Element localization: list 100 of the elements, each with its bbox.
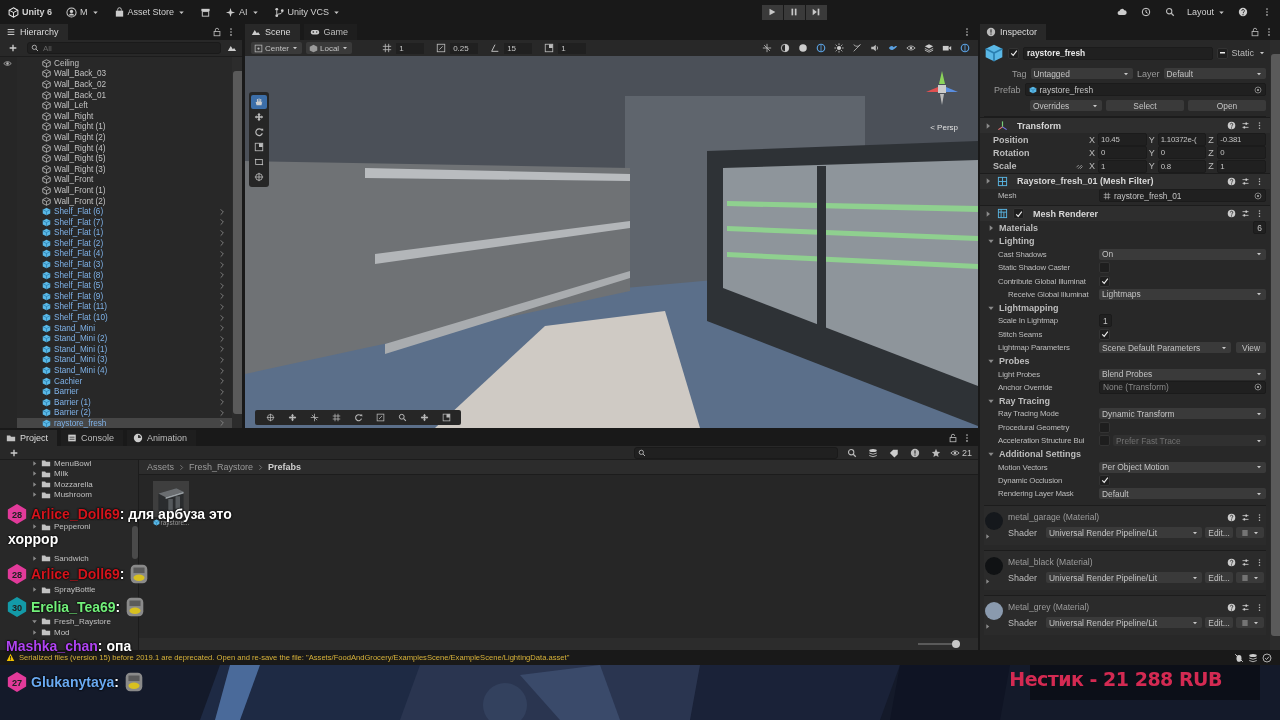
folder-item[interactable]: MenuBowl bbox=[31, 458, 92, 469]
component-title[interactable]: Raystore_fresh_01 (Mesh Filter) bbox=[1017, 176, 1154, 187]
component-header[interactable]: Raystore_fresh_01 (Mesh Filter) bbox=[980, 172, 1270, 189]
hierarchy-item[interactable]: Barrier (2) bbox=[17, 407, 232, 419]
hierarchy-item[interactable]: Shelf_Flat (9) bbox=[17, 291, 232, 302]
hierarchy-item[interactable]: Stand_Mini (4) bbox=[17, 365, 232, 376]
hierarchy-item[interactable]: Stand_Mini (1) bbox=[17, 344, 232, 355]
hierarchy-item[interactable]: Shelf_Flat (8) bbox=[17, 269, 232, 281]
tag-dropdown[interactable]: Untagged bbox=[1030, 68, 1133, 79]
section-label[interactable]: Probes bbox=[999, 355, 1030, 366]
dropdown[interactable]: Per Object Motion bbox=[1099, 461, 1266, 473]
hierarchy-tab[interactable]: Hierarchy bbox=[0, 24, 68, 40]
component-title[interactable]: Transform bbox=[1017, 120, 1061, 131]
mesh-field[interactable]: raystore_fresh_01 bbox=[1099, 189, 1266, 203]
grid-size-field[interactable]: 1 bbox=[396, 42, 425, 54]
prefab-button[interactable]: Select bbox=[1106, 100, 1184, 111]
folder-item[interactable]: Mushroom bbox=[31, 489, 92, 501]
edit-button[interactable]: Edit... bbox=[1205, 617, 1233, 629]
hierarchy-item[interactable]: Shelf_Flat (6) bbox=[17, 206, 232, 217]
hierarchy-item[interactable]: Wall_Back_03 bbox=[17, 68, 232, 80]
hierarchy-item[interactable]: Wall_Back_02 bbox=[17, 79, 232, 90]
dropdown[interactable]: Lightmaps bbox=[1099, 288, 1266, 300]
hierarchy-item[interactable]: Wall_Front bbox=[17, 174, 232, 186]
hierarchy-item[interactable]: Shelf_Flat (7) bbox=[17, 216, 232, 228]
name-field[interactable]: raystore_fresh bbox=[1023, 46, 1214, 60]
hierarchy-item[interactable]: Shelf_Flat (1) bbox=[17, 227, 232, 239]
inspector-tab[interactable]: Inspector bbox=[980, 24, 1047, 40]
component-header[interactable]: Transform bbox=[980, 117, 1270, 133]
hierarchy-item[interactable]: Wall_Right (5) bbox=[17, 153, 232, 164]
breadcrumb-link[interactable]: Assets bbox=[147, 462, 174, 472]
edit-button[interactable]: Edit... bbox=[1205, 572, 1233, 584]
tab[interactable]: Animation bbox=[127, 430, 197, 446]
edit-button[interactable]: Edit... bbox=[1205, 527, 1233, 539]
section-label[interactable]: Ray Tracing bbox=[999, 395, 1051, 406]
count-field[interactable]: 6 bbox=[1253, 221, 1266, 235]
dropdown[interactable]: Scene Default Parameters bbox=[1099, 342, 1231, 353]
hierarchy-item[interactable]: Wall_Back_01 bbox=[17, 89, 232, 101]
hierarchy-item[interactable]: Wall_Right (1) bbox=[17, 121, 232, 133]
view-button[interactable]: View bbox=[1236, 342, 1266, 353]
layer-dropdown[interactable]: Default bbox=[1163, 68, 1266, 79]
folder-item[interactable]: Mozzarella bbox=[31, 479, 93, 490]
shader-dropdown[interactable]: Universal Render Pipeline/Lit bbox=[1046, 617, 1202, 629]
version-control-button[interactable]: Unity VCS bbox=[271, 4, 344, 20]
hierarchy-item[interactable]: Wall_Right (4) bbox=[17, 142, 232, 154]
ai-button[interactable]: AI bbox=[223, 4, 262, 20]
prefab-button[interactable]: Open bbox=[1188, 100, 1266, 111]
number-field[interactable]: 1 bbox=[1099, 314, 1112, 328]
move-snap-field[interactable]: 0.25 bbox=[450, 42, 479, 54]
prefab-field[interactable]: raystore_fresh bbox=[1024, 83, 1266, 96]
hierarchy-item[interactable]: Stand_Mini bbox=[17, 322, 232, 334]
hierarchy-item[interactable]: Shelf_Flat (11) bbox=[17, 301, 232, 313]
dropdown[interactable]: On bbox=[1099, 248, 1266, 260]
search-field[interactable]: All bbox=[27, 42, 221, 54]
account-button[interactable]: M bbox=[64, 4, 102, 20]
visibility-count-button[interactable]: 21 bbox=[950, 447, 972, 458]
hierarchy-item[interactable]: Stand_Mini (3) bbox=[17, 354, 232, 366]
scale-snap-field[interactable]: 1 bbox=[558, 42, 587, 54]
hierarchy-item[interactable]: Wall_Right (3) bbox=[17, 163, 232, 175]
asset-store-button[interactable]: Asset Store bbox=[111, 4, 189, 20]
folder-item[interactable]: Pepperoni bbox=[31, 521, 91, 532]
hierarchy-item[interactable]: Wall_Front (1) bbox=[17, 185, 232, 196]
dropdown[interactable]: Blend Probes bbox=[1099, 368, 1266, 380]
folder-item[interactable]: Milk bbox=[31, 468, 69, 480]
hierarchy-item[interactable]: Wall_Right bbox=[17, 110, 232, 122]
section-label[interactable]: Additional Settings bbox=[999, 448, 1081, 459]
hierarchy-item[interactable]: Shelf_Flat (2) bbox=[17, 238, 232, 249]
space-dropdown[interactable]: Local bbox=[306, 42, 353, 54]
shader-dropdown[interactable]: Universal Render Pipeline/Lit bbox=[1046, 572, 1202, 584]
hierarchy-item[interactable]: Ceiling bbox=[17, 58, 232, 69]
hierarchy-item[interactable]: Barrier bbox=[17, 386, 232, 397]
breadcrumb-link[interactable]: Prefabs bbox=[268, 462, 302, 472]
folder-item[interactable]: SprayBottle bbox=[31, 584, 96, 596]
object-field[interactable]: None (Transform) bbox=[1099, 380, 1266, 394]
rotate-snap-field[interactable]: 15 bbox=[504, 42, 533, 54]
folder-item[interactable]: Fresh_Raystore bbox=[31, 616, 111, 627]
tab[interactable]: Project bbox=[0, 430, 57, 446]
unity-menu-button[interactable]: Unity 6 bbox=[6, 4, 54, 20]
hierarchy-item[interactable]: Stand_Mini (2) bbox=[17, 333, 232, 345]
hierarchy-item[interactable]: Cachier bbox=[17, 375, 232, 387]
hierarchy-item[interactable]: Shelf_Flat (4) bbox=[17, 248, 232, 260]
dropdown[interactable]: Default bbox=[1099, 488, 1266, 500]
folder-item[interactable]: Sandwich bbox=[31, 552, 89, 564]
hierarchy-item[interactable]: Barrier (1) bbox=[17, 397, 232, 408]
breadcrumb-link[interactable]: Fresh_Raystore bbox=[189, 462, 254, 472]
projection-label[interactable]: < Persp bbox=[930, 123, 958, 132]
hierarchy-item[interactable]: Shelf_Flat (3) bbox=[17, 259, 232, 270]
section-label[interactable]: Materials bbox=[999, 222, 1039, 233]
shader-dropdown[interactable]: Universal Render Pipeline/Lit bbox=[1046, 527, 1202, 539]
hierarchy-item[interactable]: Wall_Front (2) bbox=[17, 195, 232, 207]
hierarchy-item[interactable]: Wall_Right (2) bbox=[17, 132, 232, 143]
section-label[interactable]: Lighting bbox=[999, 236, 1035, 247]
tab[interactable]: Console bbox=[61, 430, 124, 446]
section-label[interactable]: Lightmapping bbox=[999, 302, 1059, 313]
tab[interactable]: Scene bbox=[245, 24, 300, 40]
static-label[interactable]: Static bbox=[1231, 48, 1254, 58]
hierarchy-item[interactable]: Shelf_Flat (5) bbox=[17, 280, 232, 292]
layout-dropdown[interactable]: Layout bbox=[1186, 7, 1226, 17]
component-header[interactable]: Mesh Renderer bbox=[980, 205, 1270, 222]
folder-item[interactable]: Mod bbox=[31, 626, 70, 638]
hierarchy-item[interactable]: Shelf_Flat (10) bbox=[17, 312, 232, 323]
